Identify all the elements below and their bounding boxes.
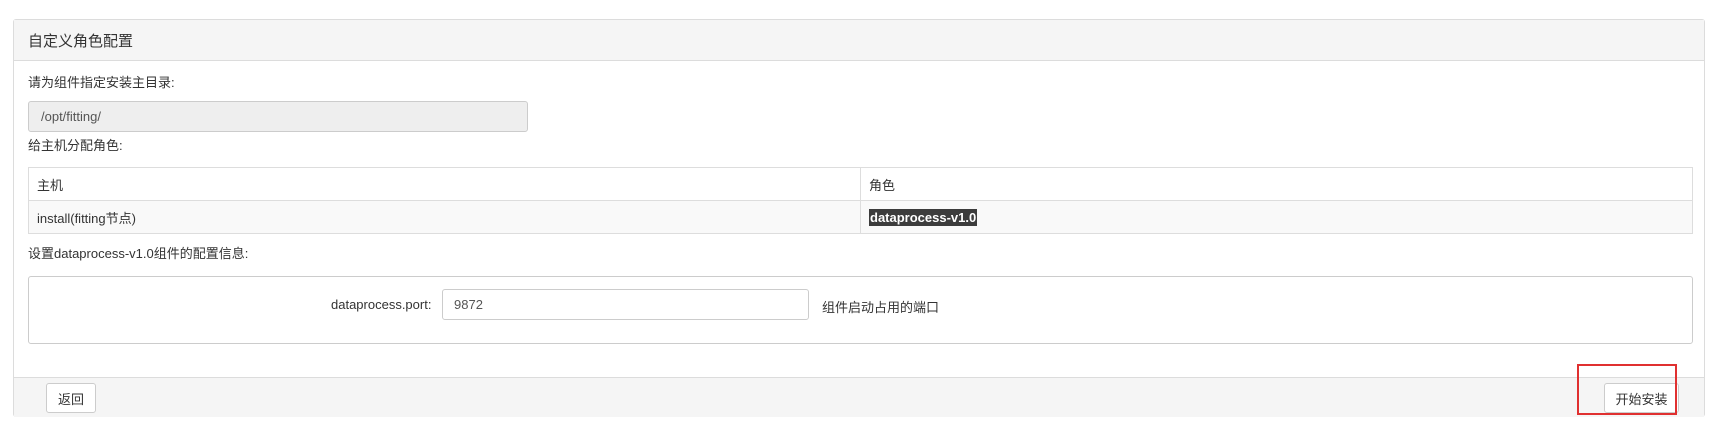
panel-title: 自定义角色配置	[14, 20, 1704, 61]
panel-footer: 返回 开始安装	[14, 377, 1704, 417]
column-header-role: 角色	[860, 167, 1693, 201]
port-input[interactable]	[442, 289, 809, 320]
start-install-button[interactable]: 开始安装	[1604, 383, 1679, 413]
table-header-row: 主机 角色	[28, 167, 1693, 201]
port-help-text: 组件启动占用的端口	[822, 300, 940, 315]
host-cell: install(fitting节点)	[28, 200, 861, 234]
role-cell[interactable]: dataprocess-v1.0	[860, 200, 1693, 234]
config-box: dataprocess.port: 组件启动占用的端口	[28, 276, 1693, 344]
column-header-host: 主机	[28, 167, 861, 201]
role-name[interactable]: dataprocess-v1.0	[869, 208, 978, 226]
role-config-panel: 自定义角色配置 请为组件指定安装主目录: /opt/fitting/ 给主机分配…	[13, 19, 1705, 417]
config-label: 设置dataprocess-v1.0组件的配置信息:	[28, 246, 249, 261]
role-assign-label: 给主机分配角色:	[28, 138, 123, 153]
port-label: dataprocess.port:	[331, 297, 432, 312]
install-dir-label: 请为组件指定安装主目录:	[28, 75, 175, 90]
role-table: 主机 角色 install(fitting节点) dataprocess-v1.…	[28, 167, 1693, 234]
install-dir-input[interactable]: /opt/fitting/	[28, 101, 528, 132]
back-button[interactable]: 返回	[46, 383, 96, 413]
install-dir-value: /opt/fitting/	[41, 109, 101, 124]
table-row: install(fitting节点) dataprocess-v1.0	[28, 200, 1693, 234]
